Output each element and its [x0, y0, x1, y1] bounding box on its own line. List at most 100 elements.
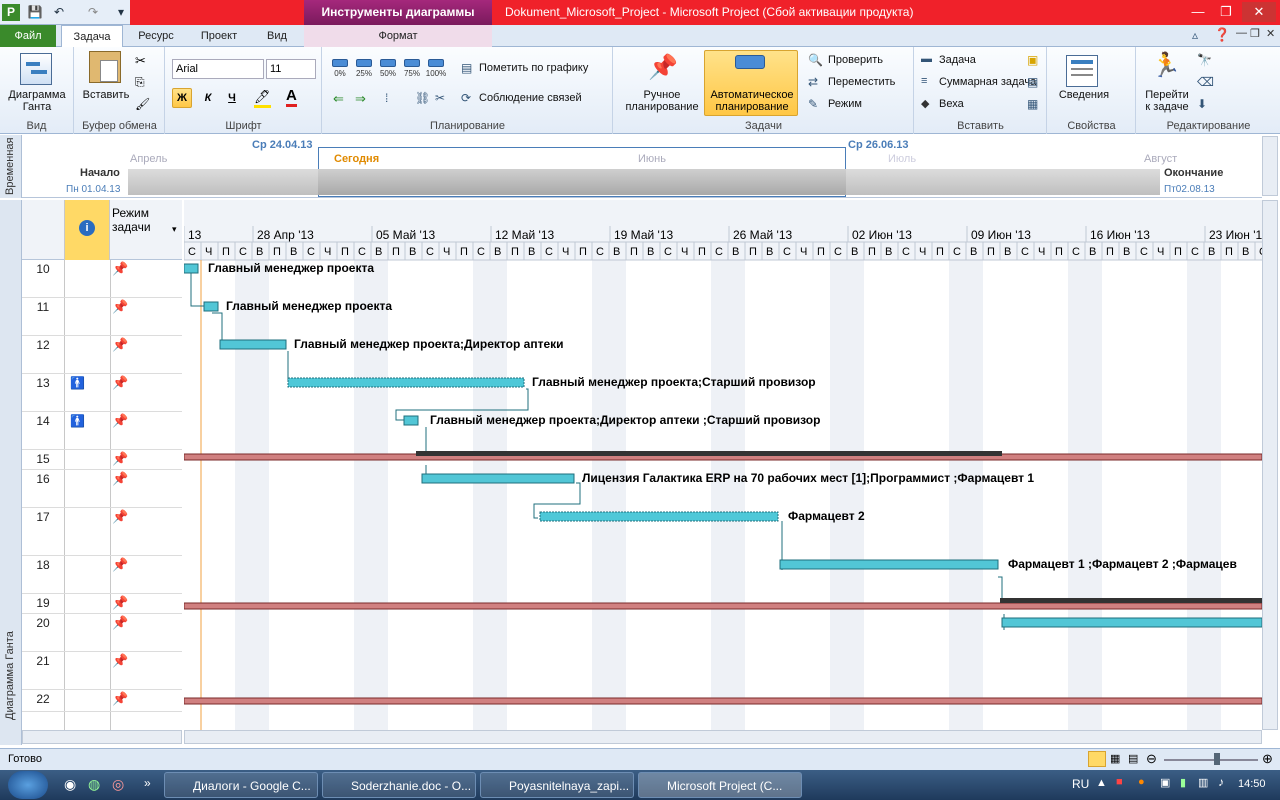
start-button[interactable] — [8, 771, 48, 799]
indicators-column-header[interactable]: i — [64, 200, 110, 260]
paste-button[interactable]: Вставить — [79, 89, 133, 101]
inspect-button[interactable]: Проверить — [828, 54, 883, 66]
information-button[interactable]: Сведения — [1052, 89, 1116, 101]
font-size-select[interactable]: 11 — [266, 59, 316, 79]
save-icon[interactable]: 💾 — [26, 4, 44, 21]
manual-schedule-button[interactable]: Ручное планирование — [618, 89, 706, 113]
row-id[interactable]: 20 — [22, 616, 64, 630]
zoom-out-icon[interactable]: ⊖ — [1146, 751, 1157, 767]
zoom-slider-thumb[interactable] — [1214, 753, 1220, 765]
move-button[interactable]: Переместить — [828, 76, 895, 88]
gantt-chart[interactable]: СЧПСВПВСЧПСВПВСЧПСВПВСЧПСВПВСЧПСВПВСЧПСВ… — [184, 200, 1262, 730]
taskbar-item[interactable]: Poyasnitelnaya_zapi... — [480, 772, 634, 798]
tab-view[interactable]: Вид — [254, 25, 300, 47]
doc-minimize-icon[interactable]: — — [1236, 27, 1247, 39]
team-planner-icon[interactable]: ▤ — [1128, 752, 1138, 765]
chrome-quicklaunch-icon[interactable]: ◉ — [64, 776, 76, 793]
font-color-icon[interactable]: A — [286, 87, 297, 107]
tray-arrow-icon[interactable]: ▲ — [1096, 777, 1107, 789]
percent-25-button[interactable]: 25% — [353, 57, 375, 83]
format-painter-icon[interactable]: 🖌 — [135, 97, 150, 111]
network-icon[interactable]: ▥ — [1198, 776, 1208, 789]
row-id[interactable]: 11 — [22, 300, 64, 314]
ribbon-collapse-icon[interactable]: ▵ — [1192, 28, 1198, 42]
percent-0-button[interactable]: 0% — [329, 57, 351, 83]
respect-links-button[interactable]: Соблюдение связей — [479, 92, 582, 104]
tray-icon[interactable]: ▮ — [1180, 776, 1186, 789]
row-id[interactable]: 17 — [22, 510, 64, 524]
quicklaunch-more-icon[interactable]: » — [144, 776, 151, 790]
find-icon[interactable]: 🔭 — [1197, 53, 1212, 67]
maximize-icon[interactable]: ❐ — [1214, 2, 1238, 22]
language-indicator[interactable]: RU — [1072, 777, 1089, 791]
gantt-chart-button[interactable]: Диаграмма Ганта — [4, 89, 70, 113]
undo-icon[interactable]: ↶ — [50, 4, 68, 21]
tab-project[interactable]: Проект — [192, 25, 246, 47]
volume-icon[interactable]: ♪ — [1218, 775, 1224, 789]
outdent-icon[interactable]: ⇐ — [333, 91, 344, 107]
tray-icon[interactable]: ● — [1138, 776, 1145, 788]
percent-100-button[interactable]: 100% — [425, 57, 447, 83]
bold-button[interactable]: Ж — [172, 88, 192, 108]
copy-icon[interactable]: ⎘ — [135, 75, 145, 90]
row-id[interactable]: 21 — [22, 654, 64, 668]
tab-file[interactable]: Файл — [0, 25, 56, 47]
add-timeline-icon[interactable]: ▦ — [1027, 97, 1038, 111]
tab-format[interactable]: Формат — [304, 25, 492, 47]
details-icon[interactable]: ▤ — [1027, 75, 1038, 89]
help-icon[interactable]: ❓ — [1214, 27, 1230, 43]
quicklaunch-icon[interactable]: ◎ — [112, 776, 124, 793]
column-dropdown-icon[interactable]: ▾ — [172, 224, 177, 235]
mode-button[interactable]: Режим — [828, 98, 862, 110]
customize-qat-icon[interactable]: ▾ — [112, 4, 130, 21]
font-name-select[interactable]: Arial — [172, 59, 264, 79]
auto-schedule-button[interactable]: Автоматическое планирование — [704, 50, 798, 116]
tray-icon[interactable]: ▣ — [1160, 776, 1170, 789]
tab-resource[interactable]: Ресурс — [128, 25, 184, 47]
row-id[interactable]: 10 — [22, 262, 64, 276]
redo-icon[interactable]: ↷ — [84, 4, 102, 21]
insert-milestone-button[interactable]: Веха — [939, 98, 964, 110]
indent-icon[interactable]: ⇒ — [355, 91, 366, 107]
minimize-icon[interactable]: — — [1186, 2, 1210, 22]
italic-button[interactable]: К — [198, 88, 218, 108]
clear-icon[interactable]: ⌫ — [1197, 75, 1214, 89]
unlink-tasks-icon[interactable]: ✂ — [435, 91, 445, 105]
tray-icon[interactable]: ■ — [1116, 776, 1123, 788]
fill-icon[interactable]: ⬇ — [1197, 97, 1207, 111]
percent-50-button[interactable]: 50% — [377, 57, 399, 83]
row-id[interactable]: 14 — [22, 414, 64, 428]
overallocation-indicator-icon[interactable]: 🚹 — [70, 414, 85, 428]
taskbar-item[interactable]: Диалоги - Google C... — [164, 772, 318, 798]
doc-close-icon[interactable]: ✕ — [1266, 27, 1275, 40]
row-id[interactable]: 13 — [22, 376, 64, 390]
gantt-view-icon[interactable] — [1088, 751, 1106, 767]
underline-button[interactable]: Ч — [222, 88, 242, 108]
task-mode-column-header[interactable]: Режим задачи — [112, 206, 151, 234]
cut-icon[interactable]: ✂ — [135, 53, 146, 69]
split-task-icon[interactable]: ⁞ — [385, 91, 388, 105]
overallocation-indicator-icon[interactable]: 🚹 — [70, 376, 85, 390]
tab-task[interactable]: Задача — [61, 25, 123, 48]
quicklaunch-icon[interactable]: ◍ — [88, 776, 100, 793]
link-tasks-icon[interactable]: ⛓ — [415, 91, 430, 105]
taskbar-item[interactable]: Soderzhanie.doc - O... — [322, 772, 476, 798]
percent-75-button[interactable]: 75% — [401, 57, 423, 83]
row-id[interactable]: 12 — [22, 338, 64, 352]
task-usage-icon[interactable]: ▦ — [1110, 752, 1120, 765]
project-app-icon[interactable]: P — [2, 4, 20, 21]
task-grid[interactable]: 10 📌 11 📌 12 📌 13 📌 🚹 14 📌 🚹 15 📌 16 📌 17 📌 18 📌 19 📌 20 📌 21 📌 22… — [22, 200, 182, 730]
row-id[interactable]: 16 — [22, 472, 64, 486]
highlight-color-icon[interactable]: 🖊 — [254, 89, 271, 108]
chart-horizontal-scrollbar[interactable] — [184, 730, 1262, 744]
row-id[interactable]: 22 — [22, 692, 64, 706]
timeline[interactable]: Ср 24.04.13 Ср 26.06.13 Сегодня Апрель И… — [22, 135, 1262, 198]
go-to-task-button[interactable]: Перейти к задаче — [1139, 89, 1195, 113]
timeline-scrollbar[interactable] — [1262, 136, 1278, 196]
grid-horizontal-scrollbar[interactable] — [22, 730, 182, 744]
taskbar-item-active[interactable]: Microsoft Project (C... — [638, 772, 802, 798]
doc-restore-icon[interactable]: ❐ — [1250, 27, 1260, 40]
zoom-in-icon[interactable]: ⊕ — [1262, 751, 1273, 767]
zoom-slider[interactable] — [1164, 759, 1258, 761]
row-id[interactable]: 15 — [22, 452, 64, 466]
